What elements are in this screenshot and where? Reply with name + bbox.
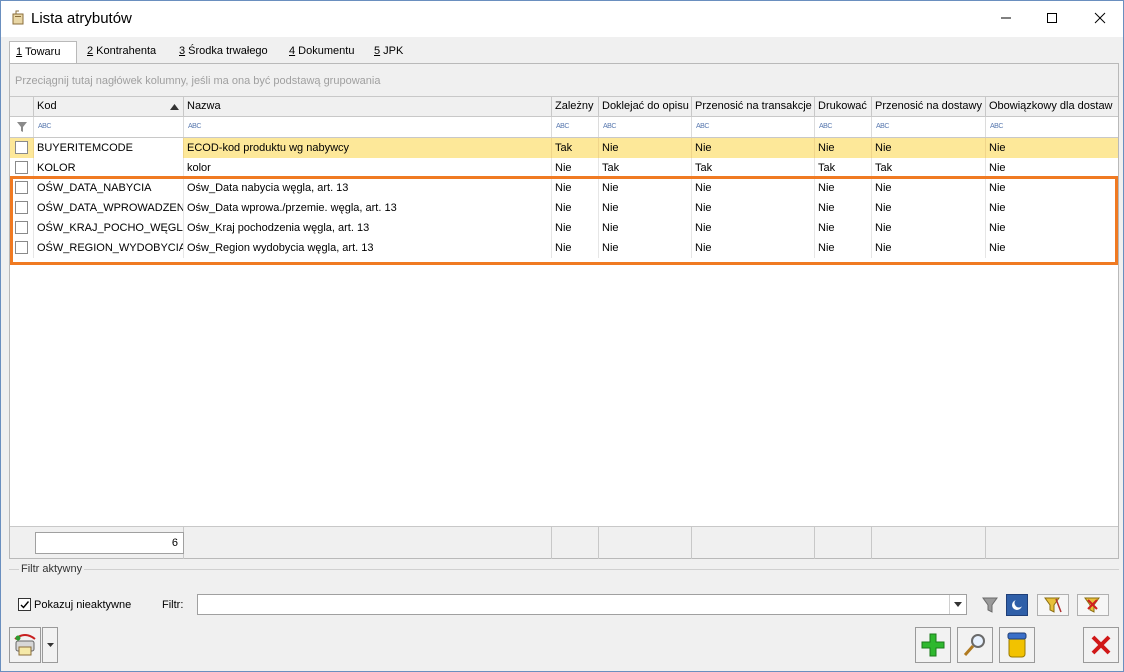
tab-dokumentu[interactable]: 4 Dokumentu: [283, 41, 360, 63]
app-icon: [10, 10, 26, 26]
cell-doklejac: Nie: [599, 138, 692, 158]
chevron-down-icon: [46, 643, 54, 647]
filter-doklejac[interactable]: ABC: [599, 117, 692, 137]
show-inactive-checkbox[interactable]: [18, 598, 31, 611]
header-zalezny[interactable]: Zależny: [552, 97, 599, 117]
cell-doklejac: Tak: [599, 158, 692, 178]
clear-filter-button[interactable]: [1077, 594, 1109, 616]
highlight-frame: [10, 176, 1118, 265]
close-window-button[interactable]: [1077, 1, 1123, 35]
moon-icon: [1012, 598, 1024, 610]
tab-towaru[interactable]: 1 Towaru: [9, 41, 77, 64]
header-nazwa[interactable]: Nazwa: [184, 97, 552, 117]
cell-drukowac: Nie: [815, 138, 872, 158]
cell-przenosic-dostawy: Tak: [872, 158, 986, 178]
filter-settings-button[interactable]: [1037, 594, 1069, 616]
header-checkbox-col: [10, 97, 34, 117]
printer-icon: [14, 634, 36, 656]
filter-nazwa[interactable]: ABC: [184, 117, 552, 137]
filter-panel-title: Filtr aktywny: [19, 563, 85, 575]
filter-dropdown-button[interactable]: [949, 595, 966, 614]
column-header-row: Kod Nazwa Zależny Doklejać do opisu Prze…: [10, 97, 1118, 117]
cell-przenosic-transakcje: Nie: [692, 138, 815, 158]
header-przenosic-transakcje[interactable]: Przenosić na transakcje: [692, 97, 815, 117]
advanced-filter-button[interactable]: [1006, 594, 1028, 616]
filter-row-icon-cell: [10, 117, 34, 137]
cell-nazwa: ECOD-kod produktu wg nabywcy: [184, 138, 552, 158]
filter-przenosic-transakcje[interactable]: ABC: [692, 117, 815, 137]
plus-icon: [921, 633, 945, 657]
chevron-down-icon: [954, 602, 962, 607]
filter-przenosic-dostawy[interactable]: ABC: [872, 117, 986, 137]
filter-row: ABC ABC ABC ABC ABC ABC ABC ABC: [10, 117, 1118, 138]
filter-icon: [17, 122, 27, 132]
filter-drukowac[interactable]: ABC: [815, 117, 872, 137]
attribute-grid: Przeciągnij tutaj nagłówek kolumny, jeśl…: [9, 63, 1119, 559]
cell-kod: KOLOR: [34, 158, 184, 178]
cell-nazwa: kolor: [184, 158, 552, 178]
magnifier-icon: [963, 634, 985, 656]
table-row[interactable]: KOLOR kolor Nie Tak Tak Tak Tak Nie: [10, 158, 1118, 178]
abc-icon: ABC: [188, 123, 201, 130]
cell-zalezny: Nie: [552, 158, 599, 178]
abc-icon: ABC: [696, 123, 709, 130]
close-button[interactable]: [1083, 627, 1119, 663]
row-checkbox[interactable]: [15, 161, 28, 174]
minimize-button[interactable]: [983, 1, 1029, 35]
filter-panel: Filtr aktywny Pokazuj nieaktywne Filtr:: [9, 563, 1119, 617]
tab-jpk[interactable]: 5 JPK: [368, 41, 409, 63]
close-icon: [1094, 12, 1106, 24]
funnel-wand-icon: [1044, 597, 1062, 613]
sort-ascending-icon: [170, 104, 179, 110]
abc-icon: ABC: [38, 123, 51, 130]
funnel-clear-icon: [1084, 597, 1100, 613]
filter-obowiazkowy[interactable]: ABC: [986, 117, 1118, 137]
abc-icon: ABC: [603, 123, 616, 130]
edit-button[interactable]: [957, 627, 993, 663]
tab-srodka-trwalego[interactable]: 3 Środka trwałego: [173, 41, 274, 63]
filter-label: Filtr:: [162, 599, 184, 611]
group-by-area[interactable]: Przeciągnij tutaj nagłówek kolumny, jeśl…: [10, 64, 1118, 97]
maximize-icon: [1047, 13, 1057, 23]
filter-input[interactable]: [197, 594, 967, 615]
cell-drukowac: Tak: [815, 158, 872, 178]
maximize-button[interactable]: [1029, 1, 1075, 35]
cell-obowiazkowy: Nie: [989, 142, 1006, 154]
cell-zalezny: Tak: [552, 138, 599, 158]
minimize-icon: [1001, 17, 1011, 19]
header-doklejac[interactable]: Doklejać do opisu: [599, 97, 692, 117]
header-kod[interactable]: Kod: [34, 97, 184, 117]
abc-icon: ABC: [990, 123, 1003, 130]
filter-zalezny[interactable]: ABC: [552, 117, 599, 137]
abc-icon: ABC: [556, 123, 569, 130]
funnel-icon: [982, 597, 998, 613]
cell-przenosic-dostawy: Nie: [872, 138, 986, 158]
abc-icon: ABC: [819, 123, 832, 130]
add-button[interactable]: [915, 627, 951, 663]
filter-kod[interactable]: ABC: [34, 117, 184, 137]
checkmark-icon: [20, 601, 30, 609]
attribute-list-window: Lista atrybutów 1 Towaru 2 Kontrahenta 3…: [0, 0, 1124, 672]
delete-button[interactable]: [999, 627, 1035, 663]
cell-kod: BUYERITEMCODE: [34, 138, 184, 158]
header-przenosic-dostawy[interactable]: Przenosić na dostawy: [872, 97, 986, 117]
abc-icon: ABC: [876, 123, 889, 130]
grid-footer: 6: [10, 526, 1118, 559]
print-menu-button[interactable]: [42, 627, 58, 663]
close-icon: [1091, 635, 1111, 655]
title-bar: Lista atrybutów: [1, 1, 1123, 37]
trash-bin-icon: [1007, 632, 1027, 658]
window-title: Lista atrybutów: [31, 10, 132, 27]
show-inactive-label: Pokazuj nieaktywne: [34, 599, 132, 611]
print-button[interactable]: [9, 627, 41, 663]
header-drukowac[interactable]: Drukować: [815, 97, 872, 117]
cell-przenosic-transakcje: Tak: [692, 158, 815, 178]
row-count: 6: [35, 532, 184, 554]
header-obowiazkowy[interactable]: Obowiązkowy dla dostaw: [986, 97, 1118, 117]
tab-kontrahenta[interactable]: 2 Kontrahenta: [81, 41, 162, 63]
apply-filter-button[interactable]: [979, 594, 1001, 616]
cell-obowiazkowy: Nie: [989, 162, 1006, 174]
row-checkbox[interactable]: [15, 141, 28, 154]
table-row[interactable]: BUYERITEMCODE ECOD-kod produktu wg nabyw…: [10, 138, 1118, 158]
